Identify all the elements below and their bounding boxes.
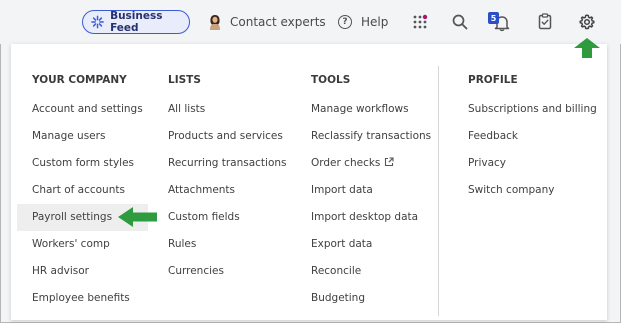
business-feed-button[interactable]: Business Feed bbox=[82, 10, 190, 34]
contact-experts-label: Contact experts bbox=[230, 15, 326, 29]
external-link-icon bbox=[385, 157, 394, 167]
menu-item-budgeting[interactable]: Budgeting bbox=[311, 289, 431, 316]
search-icon[interactable] bbox=[452, 14, 468, 30]
sparkle-icon bbox=[91, 15, 104, 29]
menu-column-profile: PROFILE Subscriptions and billing Feedba… bbox=[468, 73, 597, 208]
top-navigation-bar: Business Feed Contact experts ? Help 5 bbox=[0, 0, 621, 44]
gear-icon[interactable] bbox=[579, 14, 595, 30]
column-heading: TOOLS bbox=[311, 74, 351, 86]
menu-item-reconcile[interactable]: Reconcile bbox=[311, 262, 431, 289]
notification-badge: 5 bbox=[488, 12, 499, 24]
help-icon: ? bbox=[338, 15, 352, 29]
business-feed-label: Business Feed bbox=[110, 10, 163, 34]
avatar bbox=[210, 15, 220, 30]
menu-item-manage-workflows[interactable]: Manage workflows bbox=[311, 100, 431, 127]
menu-item-import-data[interactable]: Import data bbox=[311, 181, 431, 208]
menu-column-lists: LISTS All lists Products and services Re… bbox=[168, 73, 287, 289]
menu-item-attachments[interactable]: Attachments bbox=[168, 181, 287, 208]
clipboard-icon[interactable] bbox=[538, 13, 552, 30]
menu-item-order-checks[interactable]: Order checks bbox=[311, 154, 431, 181]
menu-column-tools: TOOLS Manage workflows Reclassify transa… bbox=[311, 73, 431, 316]
column-heading: PROFILE bbox=[468, 74, 518, 86]
menu-item-rules[interactable]: Rules bbox=[168, 235, 287, 262]
column-heading: YOUR COMPANY bbox=[32, 74, 127, 86]
menu-item-employee-benefits[interactable]: Employee benefits bbox=[32, 289, 143, 316]
arrow-up-icon bbox=[574, 38, 600, 58]
menu-item-feedback[interactable]: Feedback bbox=[468, 127, 597, 154]
column-divider bbox=[438, 66, 439, 316]
column-heading: LISTS bbox=[168, 74, 201, 86]
menu-item-export-data[interactable]: Export data bbox=[311, 235, 431, 262]
arrow-left-icon bbox=[118, 207, 157, 227]
contact-experts-button[interactable]: Contact experts bbox=[208, 12, 326, 32]
help-button[interactable]: ? Help bbox=[338, 12, 388, 32]
help-label: Help bbox=[361, 15, 389, 29]
menu-item-import-desktop-data[interactable]: Import desktop data bbox=[311, 208, 431, 235]
menu-item-all-lists[interactable]: All lists bbox=[168, 100, 287, 127]
menu-item-account-and-settings[interactable]: Account and settings bbox=[32, 100, 143, 127]
menu-item-recurring-transactions[interactable]: Recurring transactions bbox=[168, 154, 287, 181]
menu-item-switch-company[interactable]: Switch company bbox=[468, 181, 597, 208]
menu-item-custom-fields[interactable]: Custom fields bbox=[168, 208, 287, 235]
menu-item-manage-users[interactable]: Manage users bbox=[32, 127, 143, 154]
menu-item-privacy[interactable]: Privacy bbox=[468, 154, 597, 181]
menu-item-products-and-services[interactable]: Products and services bbox=[168, 127, 287, 154]
menu-item-hr-advisor[interactable]: HR advisor bbox=[32, 262, 143, 289]
menu-item-currencies[interactable]: Currencies bbox=[168, 262, 287, 289]
menu-item-reclassify-transactions[interactable]: Reclassify transactions bbox=[311, 127, 431, 154]
menu-column-your-company: YOUR COMPANY Account and settings Manage… bbox=[17, 73, 148, 316]
menu-item-workers-comp[interactable]: Workers' comp bbox=[32, 235, 143, 262]
apps-grid-icon[interactable] bbox=[412, 14, 428, 30]
menu-item-custom-form-styles[interactable]: Custom form styles bbox=[32, 154, 143, 181]
menu-item-subscriptions-and-billing[interactable]: Subscriptions and billing bbox=[468, 100, 597, 127]
